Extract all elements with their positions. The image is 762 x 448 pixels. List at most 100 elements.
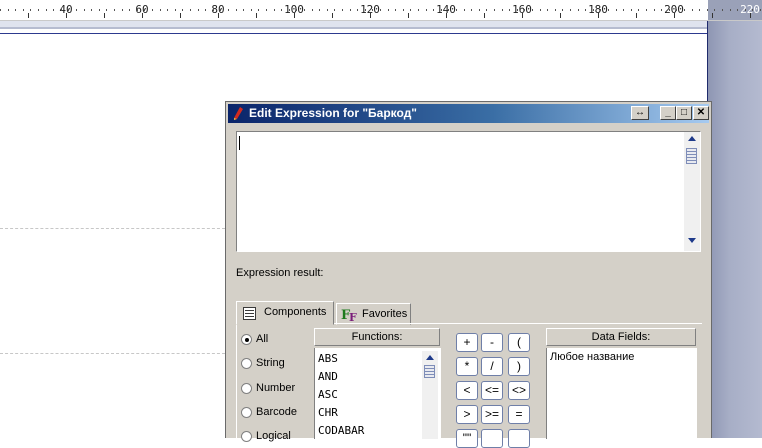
scroll-thumb[interactable] [686, 148, 697, 164]
ruler-tick [707, 9, 708, 11]
ruler-tick [654, 9, 655, 11]
ruler-tick [638, 9, 639, 11]
list-item[interactable]: ASC [318, 388, 338, 401]
radio-number[interactable] [241, 383, 252, 394]
ruler-tick [540, 9, 541, 11]
operator-greater-button[interactable]: > [456, 405, 478, 424]
operator-divide-button[interactable]: / [481, 357, 503, 376]
ruler-tick [494, 9, 495, 11]
ruler-tick [327, 9, 328, 11]
ruler-tick [38, 9, 39, 11]
ruler-tick [106, 9, 107, 11]
ruler-tick [266, 9, 267, 11]
ruler-tick [562, 9, 563, 11]
ruler-tick [372, 9, 373, 11]
operator-equal-button[interactable]: = [508, 405, 530, 424]
scroll-thumb[interactable] [424, 365, 435, 378]
ruler-tick [104, 13, 105, 18]
ruler-tick [296, 9, 297, 11]
radio-logical[interactable] [241, 431, 252, 442]
radio-all[interactable] [241, 334, 252, 345]
list-item[interactable]: ABS [318, 352, 338, 365]
close-button[interactable]: ✕ [693, 106, 709, 120]
tab-favorites[interactable]: F F Favorites [336, 303, 411, 325]
ruler-tick [332, 13, 333, 18]
ruler-tick [152, 9, 153, 11]
ruler-tick [137, 9, 138, 11]
list-item[interactable]: CODABAR [318, 424, 364, 437]
operator-less-button[interactable]: < [456, 381, 478, 400]
svg-text:F: F [349, 311, 357, 322]
scroll-up-icon[interactable] [426, 355, 434, 360]
ruler-tick [608, 9, 609, 11]
operator-multiply-button[interactable]: * [456, 357, 478, 376]
data-fields-list[interactable]: Любое название [546, 348, 697, 439]
ruler-tick [61, 9, 62, 11]
ruler-tick [46, 9, 47, 11]
list-item[interactable]: Любое название [550, 351, 634, 363]
expression-editor[interactable] [236, 131, 701, 252]
ruler-tick [66, 13, 67, 18]
list-item[interactable]: AND [318, 370, 338, 383]
operator-button[interactable] [508, 429, 530, 448]
app-icon [234, 107, 243, 120]
page-margin-line [0, 33, 708, 34]
editor-scrollbar[interactable] [684, 132, 700, 251]
dialog-title-bar[interactable]: Edit Expression for "Баркод" ↔ _ □ ✕ [228, 104, 709, 123]
ruler-tick [294, 13, 295, 18]
ruler-tick [142, 13, 143, 18]
ruler-tick [646, 9, 647, 11]
ruler-tick [433, 9, 434, 11]
ruler-tick [585, 9, 586, 11]
minimize-button[interactable]: _ [660, 106, 676, 120]
ruler-tick [91, 9, 92, 11]
operator-greater-equal-button[interactable]: >= [481, 405, 503, 424]
ruler-tick [357, 9, 358, 11]
edit-expression-dialog: Edit Expression for "Баркод" ↔ _ □ ✕ Exp… [225, 101, 712, 448]
ruler-tick [661, 9, 662, 11]
ruler-tick [532, 9, 533, 11]
ruler-tick [99, 9, 100, 11]
maximize-button[interactable]: □ [676, 106, 692, 120]
horizontal-ruler: 40 60 80 100 120 140 160 180 200 220 [0, 0, 762, 21]
ruler-tick [752, 9, 753, 11]
ruler-tick [182, 9, 183, 11]
page-header-border [0, 27, 762, 29]
operator-plus-button[interactable]: + [456, 333, 478, 352]
operator-button[interactable] [481, 429, 503, 448]
operator-less-equal-button[interactable]: <= [481, 381, 503, 400]
ruler-tick [114, 9, 115, 11]
ruler-tick [524, 9, 525, 11]
operator-quotes-button[interactable]: "" [456, 429, 478, 448]
ruler-tick [745, 9, 746, 11]
operator-buttons: + - ( * / ) < <= <> > >= = "" [450, 328, 536, 448]
ruler-tick [256, 13, 257, 18]
ruler-tick [228, 9, 229, 11]
ruler-tick [636, 13, 637, 18]
operator-not-equal-button[interactable]: <> [508, 381, 530, 400]
scroll-up-icon[interactable] [688, 136, 696, 141]
ruler-tick [289, 9, 290, 11]
category-label: Barcode [256, 406, 297, 418]
ruler-tick [714, 9, 715, 11]
ruler-tick [251, 9, 252, 11]
ruler-tick [388, 9, 389, 11]
operator-close-paren-button[interactable]: ) [508, 357, 530, 376]
operator-minus-button[interactable]: - [481, 333, 503, 352]
functions-scrollbar[interactable] [422, 351, 438, 439]
ruler-tick [370, 13, 371, 18]
scroll-down-icon[interactable] [688, 238, 696, 243]
ruler-tick [464, 9, 465, 11]
radio-barcode[interactable] [241, 407, 252, 418]
operator-open-paren-button[interactable]: ( [508, 333, 530, 352]
ruler-tick [258, 9, 259, 11]
category-label: Number [256, 382, 296, 394]
ruler-tick [350, 9, 351, 11]
ruler-tick [190, 9, 191, 11]
radio-string[interactable] [241, 358, 252, 369]
tab-components[interactable]: Components [236, 301, 334, 325]
expand-button[interactable]: ↔ [631, 106, 649, 120]
ruler-tick [53, 9, 54, 11]
ruler-tick [737, 9, 738, 11]
list-item[interactable]: CHR [318, 406, 338, 419]
